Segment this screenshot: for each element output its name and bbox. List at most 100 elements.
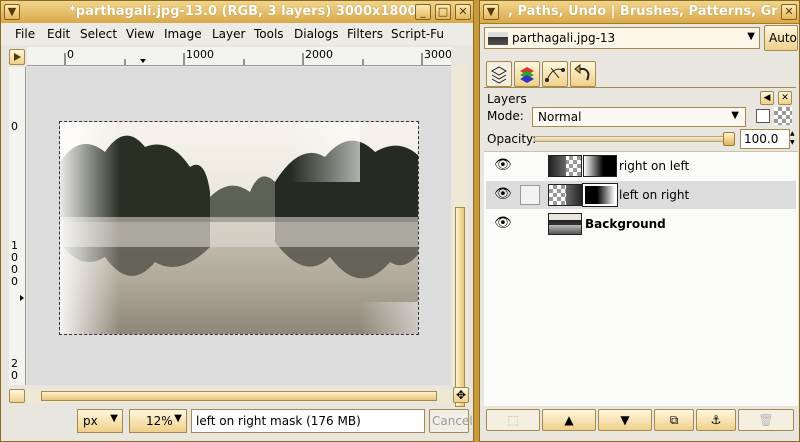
image-canvas[interactable] [59, 121, 419, 335]
tab-undo-history[interactable] [570, 61, 596, 87]
mode-value: Normal [538, 110, 582, 124]
eye-icon[interactable]: 👁 [494, 186, 512, 202]
layer-row[interactable]: 👁 right on left [486, 152, 796, 180]
panel-close-button[interactable]: ✕ [778, 91, 792, 105]
dock-window-title: , Paths, Undo | Brushes, Patterns, Gr [508, 4, 778, 19]
chevron-down-icon: ▼ [731, 110, 739, 121]
menu-tools[interactable]: Tools [254, 27, 284, 41]
opacity-spinbutton[interactable]: 100.0 [740, 129, 790, 149]
image-window-titlebar[interactable]: ▼ *parthagali.jpg-13.0 (RGB, 3 layers) 3… [1, 1, 473, 24]
cancel-label: Cancel [432, 414, 473, 428]
menu-view[interactable]: View [126, 27, 154, 41]
arrow-right-icon [14, 53, 21, 61]
horizontal-ruler[interactable]: 0 1000 2000 3000 [27, 47, 451, 66]
ruler-h-label: 3000 [424, 48, 451, 61]
layer-name[interactable]: right on left [619, 159, 689, 173]
layer-row-selected[interactable]: 👁 left on right [486, 181, 796, 209]
auto-button[interactable]: Auto [764, 25, 798, 51]
vertical-ruler[interactable]: 0 1 0 0 0 2 0 [9, 67, 26, 385]
unit-value: px [83, 414, 98, 428]
tab-channels[interactable] [514, 61, 540, 87]
menu-image[interactable]: Image [164, 27, 202, 41]
layer-row[interactable]: 👁 Background [486, 210, 796, 238]
layer-mask-thumbnail [582, 183, 618, 207]
paths-icon [545, 67, 565, 82]
duplicate-layer-button[interactable]: ⧉ [654, 409, 694, 431]
maximize-button[interactable]: □ [435, 4, 451, 20]
status-text: left on right mask (176 MB) [196, 414, 361, 428]
close-button[interactable]: ✕ [455, 4, 471, 20]
dock-tabs [484, 59, 796, 88]
layer-thumbnail [548, 184, 582, 206]
layer-name[interactable]: left on right [619, 188, 689, 202]
lock-alpha-icon [774, 107, 792, 125]
opacity-value: 100.0 [744, 132, 779, 146]
eye-icon[interactable]: 👁 [494, 157, 512, 173]
ruler-h-label: 2000 [305, 48, 333, 61]
image-window: ▼ *parthagali.jpg-13.0 (RGB, 3 layers) 3… [0, 0, 474, 442]
layers-icon [490, 66, 508, 84]
channels-icon [520, 67, 534, 83]
cancel-button[interactable]: Cancel [429, 409, 473, 433]
auto-label: Auto [769, 31, 797, 45]
image-menu-button[interactable] [9, 49, 25, 65]
vertical-scroll-thumb[interactable] [455, 207, 465, 407]
image-selector[interactable]: parthagali.jpg-13 ▼ [484, 27, 760, 49]
image-content [60, 122, 418, 334]
chevron-down-icon: ▼ [110, 413, 118, 424]
window-menu-icon[interactable]: ▼ [483, 4, 499, 20]
zoom-value: 12% [146, 414, 173, 428]
raise-layer-button[interactable]: ▲ [542, 409, 596, 431]
image-thumbnail [488, 32, 508, 45]
ruler-h-label: 0 [67, 48, 74, 61]
panel-menu-button[interactable]: ◀ [760, 91, 774, 105]
ruler-h-label: 1000 [186, 48, 214, 61]
layers-panel-title: Layers [487, 92, 527, 106]
mode-selector[interactable]: Normal ▼ [532, 107, 746, 127]
chain-toggle[interactable] [520, 185, 540, 205]
dock-window-titlebar[interactable]: ▼ , Paths, Undo | Brushes, Patterns, Gr … [480, 1, 799, 24]
image-selector-value: parthagali.jpg-13 [512, 31, 616, 45]
opacity-slider-handle[interactable] [723, 132, 735, 146]
navigate-button[interactable]: ✥ [453, 387, 469, 403]
menu-script-fu[interactable]: Script-Fu [391, 27, 444, 41]
tab-layers[interactable] [486, 61, 512, 87]
tab-paths[interactable] [542, 61, 568, 87]
eye-icon[interactable]: 👁 [494, 215, 512, 231]
opacity-spin-arrows[interactable]: ▲ ▼ [790, 129, 798, 149]
menu-edit[interactable]: Edit [47, 27, 70, 41]
layer-thumbnail [548, 213, 582, 235]
dock-window: ▼ , Paths, Undo | Brushes, Patterns, Gr … [479, 0, 800, 442]
status-message: left on right mask (176 MB) [191, 409, 425, 433]
minimize-button[interactable]: _ [415, 4, 431, 20]
menu-dialogs[interactable]: Dialogs [294, 27, 338, 41]
chevron-down-icon: ▼ [747, 31, 755, 42]
anchor-layer-button[interactable]: ⚓ [696, 409, 736, 431]
menubar: File Edit Select View Image Layer Tools … [1, 23, 473, 45]
horizontal-scroll-thumb[interactable] [41, 391, 437, 401]
mode-label: Mode: [487, 109, 524, 123]
layer-thumbnail [548, 155, 582, 177]
lock-alpha-checkbox[interactable] [756, 109, 770, 123]
menu-file[interactable]: File [15, 27, 35, 41]
close-button[interactable]: ✕ [781, 4, 797, 20]
chevron-down-icon: ▼ [174, 413, 182, 424]
menu-layer[interactable]: Layer [212, 27, 245, 41]
quick-mask-toggle[interactable] [9, 389, 25, 403]
image-window-title: *parthagali.jpg-13.0 (RGB, 3 layers) 300… [69, 4, 417, 19]
menu-filters[interactable]: Filters [347, 27, 383, 41]
undo-icon [574, 63, 590, 81]
unit-selector[interactable]: px ▼ [77, 409, 123, 433]
delete-layer-button[interactable]: 🗑 [738, 409, 794, 431]
zoom-selector[interactable]: 12% ▼ [129, 409, 187, 433]
layer-name[interactable]: Background [585, 217, 666, 231]
vertical-scrollbar[interactable] [453, 67, 467, 407]
opacity-slider[interactable] [534, 132, 735, 146]
window-menu-icon[interactable]: ▼ [4, 4, 20, 20]
menu-select[interactable]: Select [80, 27, 117, 41]
horizontal-scrollbar[interactable] [27, 389, 451, 403]
opacity-label: Opacity: [487, 132, 537, 146]
layer-mask-thumbnail [583, 155, 617, 177]
new-layer-button[interactable]: ⬚ [486, 409, 540, 431]
lower-layer-button[interactable]: ▼ [598, 409, 652, 431]
